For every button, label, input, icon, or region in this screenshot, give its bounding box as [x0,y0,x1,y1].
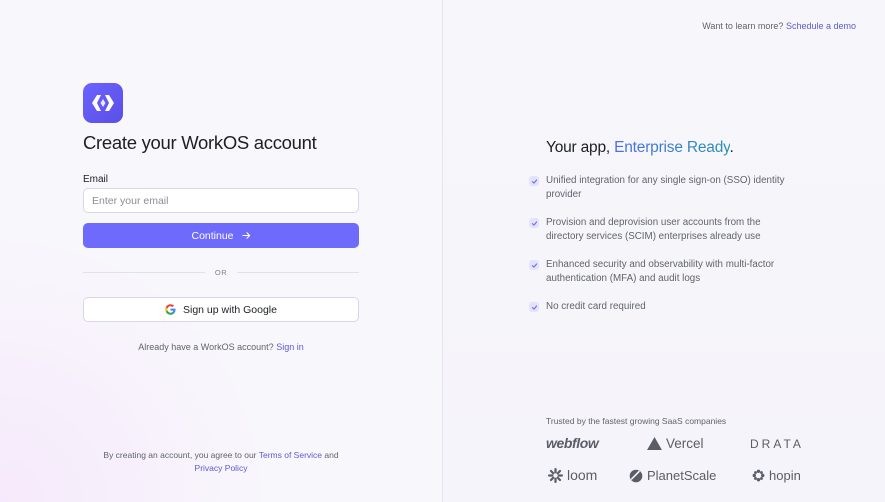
or-divider: OR [83,266,359,278]
headline-accent: Enterprise Ready [614,139,730,156]
marketing-headline: Your app, Enterprise Ready. [546,139,734,157]
sign-in-link[interactable]: Sign in [276,342,304,352]
page-title: Create your WorkOS account [83,132,317,153]
hopin-logo-text: hopin [769,468,801,483]
loom-logo: loom [548,467,597,483]
check-icon [529,176,539,186]
list-item: Unified integration for any single sign-… [529,174,789,202]
hopin-icon [752,469,765,482]
sign-in-prompt: Already have a WorkOS account? Sign in [83,342,359,352]
list-item: Enhanced security and observability with… [529,258,789,286]
check-icon [529,260,539,270]
feature-text: No credit card required [546,301,646,312]
vercel-logo: Vercel [647,436,704,451]
privacy-policy-link[interactable]: Privacy Policy [195,463,248,473]
continue-button-label: Continue [191,229,234,242]
have-account-text: Already have a WorkOS account? [138,342,274,352]
feature-list: Unified integration for any single sign-… [529,174,789,328]
terms-of-service-link[interactable]: Terms of Service [259,450,322,460]
hopin-logo: hopin [752,468,801,483]
feature-text: Enhanced security and observability with… [546,259,775,284]
terms-and: and [324,450,339,460]
planetscale-icon [629,469,643,482]
headline-prefix: Your app, [546,139,610,156]
divider-line-left [83,271,205,273]
customer-logos: webflow Vercel DRATA loom PlanetScale ho… [546,433,806,493]
terms-prefix: By creating an account, you agree to our [103,450,257,460]
google-button-label: Sign up with Google [183,303,277,316]
google-icon [165,304,176,315]
google-signup-button[interactable]: Sign up with Google [83,297,359,322]
planetscale-logo-text: PlanetScale [647,468,717,483]
loom-logo-text: loom [567,467,598,483]
trusted-by-text: Trusted by the fastest growing SaaS comp… [546,416,727,426]
list-item: No credit card required [529,300,789,314]
learn-more-text: Want to learn more? [702,21,784,31]
webflow-logo: webflow [546,435,599,451]
loom-burst-icon [548,467,563,483]
list-item: Provision and deprovision user accounts … [529,216,789,244]
signup-panel: Create your WorkOS account Email Continu… [0,0,443,502]
divider-line-right [237,271,359,273]
webflow-logo-text: webflow [546,435,599,451]
check-icon [529,218,539,228]
arrow-right-icon [241,232,250,239]
terms-notice: By creating an account, you agree to our… [83,449,359,474]
workos-logo-icon [83,83,123,123]
continue-button[interactable]: Continue [83,223,359,248]
headline-suffix: . [729,139,734,156]
learn-more: Want to learn more? Schedule a demo [702,21,856,31]
feature-text: Provision and deprovision user accounts … [546,217,761,242]
planetscale-logo: PlanetScale [629,468,716,483]
schedule-demo-link[interactable]: Schedule a demo [786,21,856,31]
drata-logo: DRATA [750,437,804,451]
or-label: OR [214,267,228,277]
email-field[interactable] [83,188,359,213]
drata-logo-text: DRATA [750,437,804,451]
check-icon [529,302,539,312]
email-label: Email [83,174,109,185]
feature-text: Unified integration for any single sign-… [546,175,785,200]
vercel-triangle-icon [647,437,662,450]
vercel-logo-text: Vercel [666,436,704,451]
